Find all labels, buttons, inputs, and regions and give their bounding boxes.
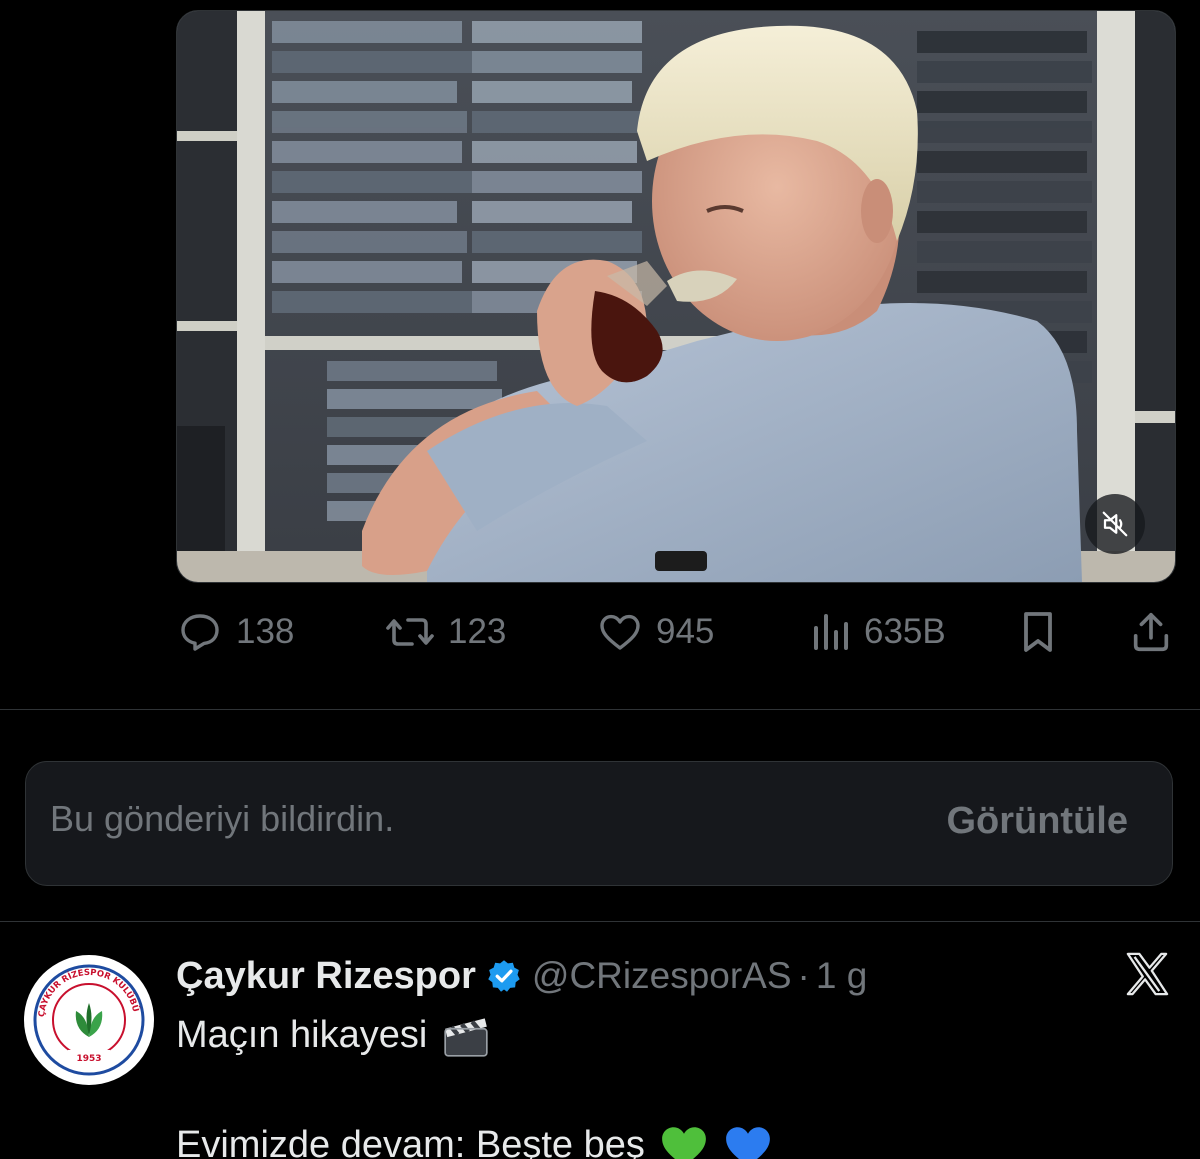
tweet-text: Maçın hikayesi [176, 1013, 428, 1056]
views-button[interactable]: 635B [808, 600, 946, 664]
bookmark-icon [1024, 612, 1052, 652]
post-divider [0, 709, 1200, 710]
author-name[interactable]: Çaykur Rizespor [176, 955, 476, 998]
reported-post-notice: Bu gönderiyi bildirdin. Görüntüle [25, 761, 1173, 886]
post-action-bar: 138 123 945 635B [176, 600, 1176, 664]
video-frame [177, 11, 1175, 582]
x-logo-icon [1124, 952, 1170, 1001]
share-button[interactable] [1128, 600, 1174, 664]
repost-count: 123 [448, 612, 507, 651]
views-icon [814, 614, 848, 650]
reply-count: 138 [236, 612, 295, 651]
avatar[interactable]: ÇAYKUR RİZESPOR KULÜBÜ 1953 [24, 955, 154, 1085]
green-heart-icon [659, 1122, 709, 1159]
like-count: 945 [656, 612, 715, 651]
tweet-text-line: Evimizde devam: Beşte beş [176, 1122, 773, 1159]
tweet-text: Evimizde devam: Beşte beş [176, 1123, 645, 1159]
repost-icon [386, 618, 434, 646]
verified-badge-icon [486, 958, 522, 994]
reply-icon [181, 614, 219, 651]
tweet-text-line: Maçın hikayesi [176, 1012, 491, 1058]
avatar-year: 1953 [76, 1054, 101, 1064]
views-count: 635B [864, 612, 946, 651]
bookmark-button[interactable] [1016, 600, 1060, 664]
author-handle[interactable]: @CRizesporAS [532, 955, 792, 997]
blue-heart-icon [723, 1122, 773, 1159]
mute-toggle-button[interactable] [1085, 494, 1145, 554]
reply-button[interactable]: 138 [176, 600, 294, 664]
meta-separator: · [797, 955, 810, 996]
clapper-board-icon [441, 1012, 491, 1058]
repost-button[interactable]: 123 [384, 600, 506, 664]
view-reported-post-button[interactable]: Görüntüle [946, 800, 1128, 843]
tweet-header: Çaykur Rizespor @CRizesporAS · 1 g [176, 950, 867, 1002]
like-icon [600, 614, 640, 650]
club-logo: ÇAYKUR RİZESPOR KULÜBÜ 1953 [29, 960, 149, 1080]
share-icon [1133, 612, 1169, 652]
post-time[interactable]: 1 g [816, 955, 867, 997]
like-button[interactable]: 945 [596, 600, 714, 664]
post-video[interactable] [176, 10, 1176, 583]
post-divider [0, 921, 1200, 922]
speaker-muted-icon [1102, 511, 1128, 537]
reported-notice-text: Bu gönderiyi bildirdin. [50, 798, 395, 839]
timeline: 138 123 945 635B Bu gönderiyi bildirdin.… [0, 0, 1200, 1159]
